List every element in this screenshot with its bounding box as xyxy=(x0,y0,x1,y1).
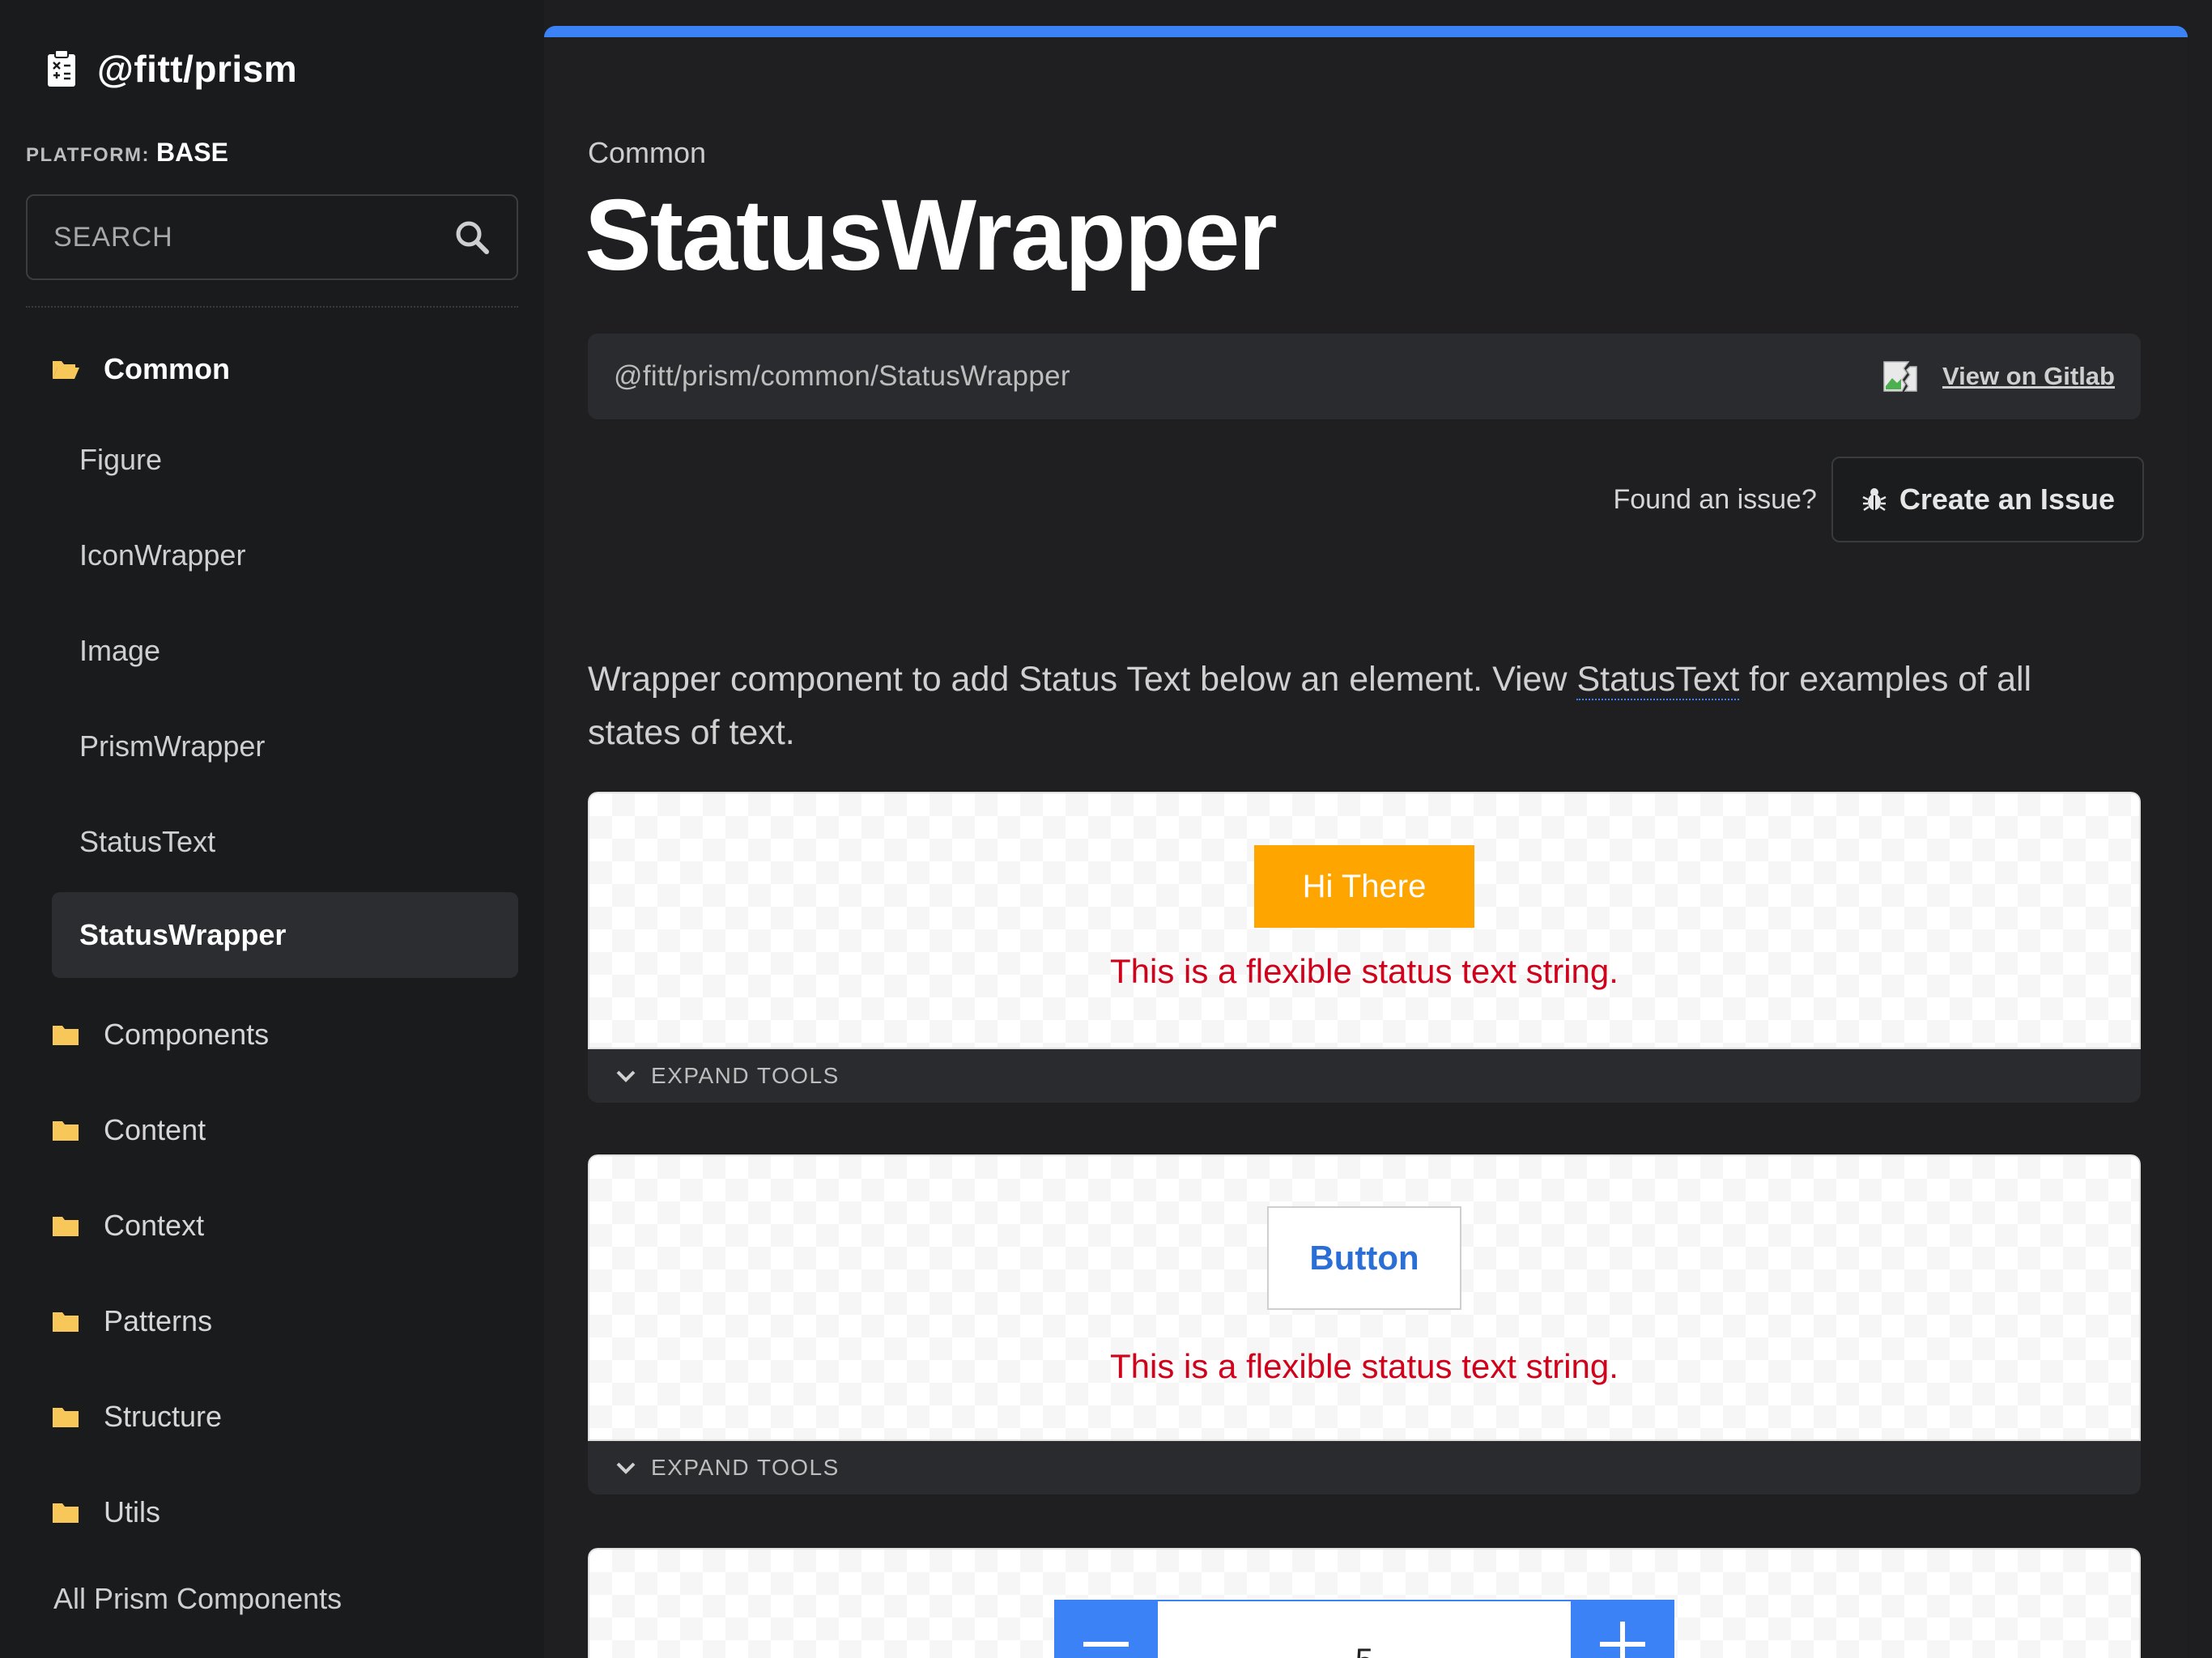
platform-indicator: PLATFORM: BASE xyxy=(26,138,228,168)
sidebar-divider xyxy=(26,306,518,308)
folder-icon xyxy=(53,1026,79,1045)
sidebar-group-patterns[interactable]: Patterns xyxy=(52,1297,212,1346)
search-icon[interactable] xyxy=(453,219,491,256)
status-text: This is a flexible status text string. xyxy=(1110,952,1619,990)
gitlab-link-label: View on Gitlab xyxy=(1942,362,2115,390)
folder-icon xyxy=(53,1121,79,1141)
expand-tools-label: EXPAND TOOLS xyxy=(651,1063,840,1088)
search-box[interactable] xyxy=(26,194,518,280)
chevron-down-icon xyxy=(616,1462,636,1474)
sidebar-item-image[interactable]: Image xyxy=(79,627,160,675)
folder-icon xyxy=(53,1312,79,1332)
quantity-value[interactable]: 5 xyxy=(1158,1600,1571,1658)
prism-logo-icon xyxy=(48,49,75,87)
search-input[interactable] xyxy=(53,221,453,253)
sidebar-group-common[interactable]: Common xyxy=(52,345,230,393)
folder-icon xyxy=(53,1408,79,1427)
platform-value: BASE xyxy=(156,138,228,167)
folder-icon xyxy=(53,1503,79,1523)
expand-tools-toggle[interactable]: EXPAND TOOLS xyxy=(588,1049,2141,1103)
sidebar-group-label: Common xyxy=(104,352,230,385)
main-panel: Common StatusWrapper @fitt/prism/common/… xyxy=(544,26,2188,1658)
sidebar-item-statustext[interactable]: StatusText xyxy=(79,818,215,866)
folder-icon xyxy=(53,1217,79,1236)
sidebar-group-structure[interactable]: Structure xyxy=(52,1392,222,1441)
sidebar-group-context[interactable]: Context xyxy=(52,1201,204,1250)
create-issue-label: Create an Issue xyxy=(1899,483,2115,516)
breadcrumb[interactable]: Common xyxy=(588,136,706,170)
minus-icon xyxy=(1083,1642,1129,1647)
statustext-link[interactable]: StatusText xyxy=(1576,660,1740,700)
decrement-button[interactable] xyxy=(1054,1600,1158,1658)
sidebar-group-label: Context xyxy=(104,1209,205,1242)
page-title: StatusWrapper xyxy=(585,180,1278,291)
sidebar-group-components[interactable]: Components xyxy=(52,1010,269,1059)
example-canvas: Hi There This is a flexible status text … xyxy=(588,792,2141,1049)
example-panel: Hi There This is a flexible status text … xyxy=(588,792,2141,1103)
status-text: This is a flexible status text string. xyxy=(1110,1347,1619,1385)
all-prism-components-link[interactable]: All Prism Components xyxy=(53,1582,342,1616)
hi-there-button[interactable]: Hi There xyxy=(1254,845,1474,928)
plus-icon xyxy=(1600,1622,1645,1658)
sidebar-item-statuswrapper[interactable]: StatusWrapper xyxy=(52,892,518,978)
sidebar-item-figure[interactable]: Figure xyxy=(79,436,162,484)
sidebar-item-prismwrapper[interactable]: PrismWrapper xyxy=(79,722,265,771)
outline-button[interactable]: Button xyxy=(1267,1206,1461,1310)
sidebar-group-label: Content xyxy=(104,1113,206,1146)
sidebar: @fitt/prism PLATFORM: BASE Common Figure… xyxy=(0,0,544,1658)
create-issue-button[interactable]: Create an Issue xyxy=(1831,457,2144,542)
example-canvas: Button This is a flexible status text st… xyxy=(588,1154,2141,1441)
quantity-stepper[interactable]: 5 xyxy=(1054,1600,1674,1658)
view-on-gitlab-link[interactable]: View on Gitlab xyxy=(1882,359,2115,394)
expand-tools-toggle[interactable]: EXPAND TOOLS xyxy=(588,1441,2141,1494)
import-path-bar: @fitt/prism/common/StatusWrapper View on… xyxy=(588,334,2141,419)
app-root: @fitt/prism PLATFORM: BASE Common Figure… xyxy=(0,0,2212,1658)
example-panel: 5 xyxy=(588,1548,2141,1658)
platform-label: PLATFORM: xyxy=(26,144,151,166)
increment-button[interactable] xyxy=(1571,1600,1674,1658)
description-text: Wrapper component to add Status Text bel… xyxy=(588,660,1577,699)
import-path: @fitt/prism/common/StatusWrapper xyxy=(614,360,1070,392)
folder-open-icon xyxy=(53,361,79,379)
sidebar-group-utils[interactable]: Utils xyxy=(52,1488,160,1537)
sidebar-group-label: Components xyxy=(104,1018,270,1051)
sidebar-item-iconwrapper[interactable]: IconWrapper xyxy=(79,531,245,580)
issue-prompt: Found an issue? xyxy=(1613,483,1817,515)
brand[interactable]: @fitt/prism xyxy=(45,47,297,91)
bug-icon xyxy=(1862,488,1887,512)
example-canvas: 5 xyxy=(588,1548,2141,1658)
expand-tools-label: EXPAND TOOLS xyxy=(651,1455,840,1480)
component-description: Wrapper component to add Status Text bel… xyxy=(588,653,2126,759)
sidebar-group-label: Structure xyxy=(104,1400,223,1433)
sidebar-group-label: Utils xyxy=(104,1495,160,1528)
sidebar-group-content[interactable]: Content xyxy=(52,1106,206,1154)
broken-image-icon xyxy=(1883,361,1917,392)
sidebar-group-label: Patterns xyxy=(104,1304,213,1337)
example-panel: Button This is a flexible status text st… xyxy=(588,1154,2141,1494)
app-title: @fitt/prism xyxy=(97,48,298,90)
issue-row: Found an issue? Create an Issue xyxy=(1613,457,2144,542)
chevron-down-icon xyxy=(616,1070,636,1082)
